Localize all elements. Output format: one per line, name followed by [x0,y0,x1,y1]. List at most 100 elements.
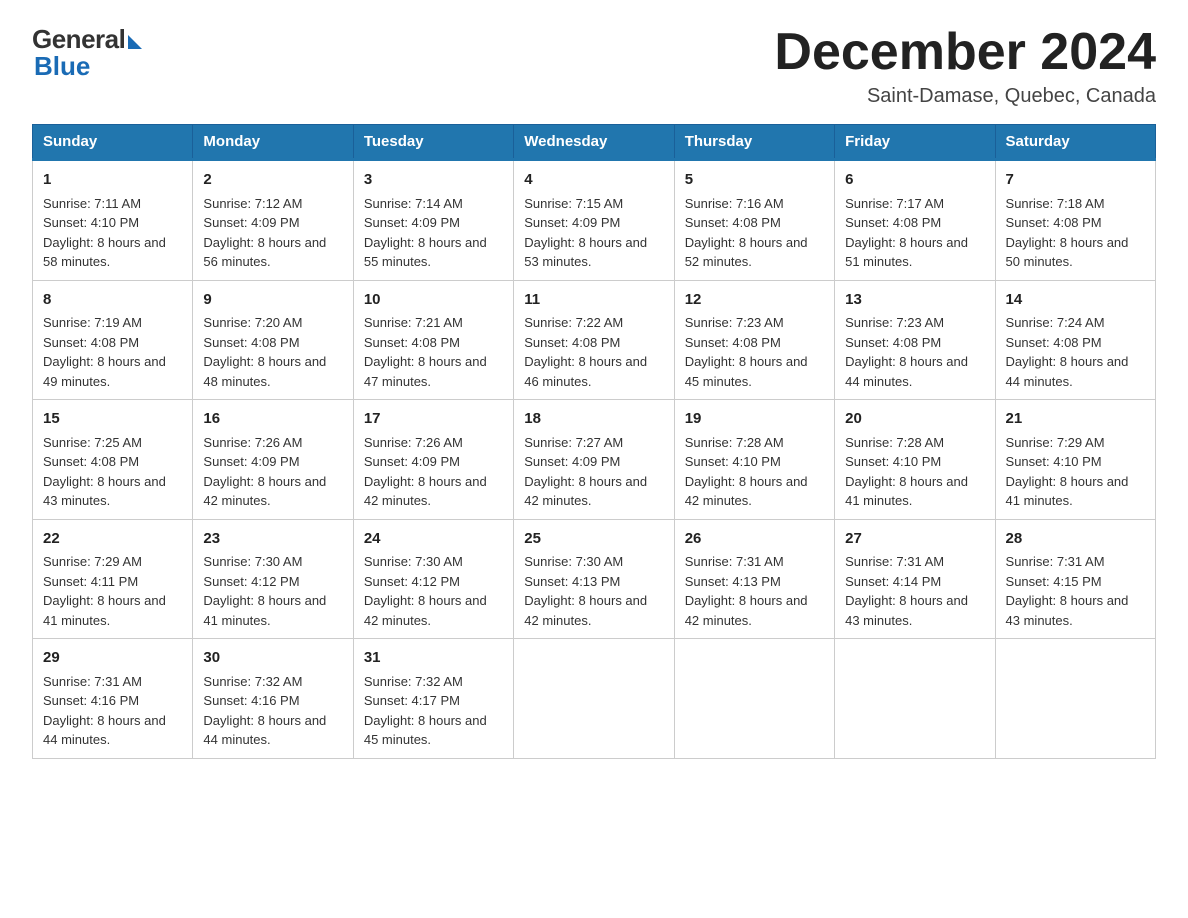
day-sunset: Sunset: 4:08 PM [845,335,941,350]
day-daylight: Daylight: 8 hours and 41 minutes. [43,593,166,628]
day-number: 8 [43,289,182,312]
table-row: 13 Sunrise: 7:23 AM Sunset: 4:08 PM Dayl… [835,280,995,400]
day-daylight: Daylight: 8 hours and 47 minutes. [364,354,487,389]
day-sunrise: Sunrise: 7:31 AM [845,554,944,569]
day-number: 5 [685,169,824,192]
day-sunset: Sunset: 4:09 PM [524,454,620,469]
day-sunrise: Sunrise: 7:32 AM [203,674,302,689]
day-daylight: Daylight: 8 hours and 42 minutes. [524,593,647,628]
calendar-week-row: 1 Sunrise: 7:11 AM Sunset: 4:10 PM Dayli… [33,160,1156,281]
day-number: 1 [43,169,182,192]
day-number: 10 [364,289,503,312]
day-sunset: Sunset: 4:09 PM [203,215,299,230]
col-friday: Friday [835,125,995,160]
day-sunset: Sunset: 4:08 PM [43,454,139,469]
day-sunrise: Sunrise: 7:23 AM [845,315,944,330]
table-row: 22 Sunrise: 7:29 AM Sunset: 4:11 PM Dayl… [33,519,193,639]
day-daylight: Daylight: 8 hours and 45 minutes. [685,354,808,389]
day-number: 16 [203,408,342,431]
day-number: 27 [845,528,984,551]
day-sunset: Sunset: 4:08 PM [685,215,781,230]
logo-blue-text: Blue [34,51,90,82]
day-sunrise: Sunrise: 7:17 AM [845,196,944,211]
table-row: 27 Sunrise: 7:31 AM Sunset: 4:14 PM Dayl… [835,519,995,639]
day-daylight: Daylight: 8 hours and 49 minutes. [43,354,166,389]
day-sunset: Sunset: 4:08 PM [203,335,299,350]
table-row: 25 Sunrise: 7:30 AM Sunset: 4:13 PM Dayl… [514,519,674,639]
table-row: 9 Sunrise: 7:20 AM Sunset: 4:08 PM Dayli… [193,280,353,400]
day-daylight: Daylight: 8 hours and 58 minutes. [43,235,166,270]
table-row: 26 Sunrise: 7:31 AM Sunset: 4:13 PM Dayl… [674,519,834,639]
day-sunrise: Sunrise: 7:31 AM [43,674,142,689]
day-sunset: Sunset: 4:08 PM [524,335,620,350]
day-sunrise: Sunrise: 7:20 AM [203,315,302,330]
day-daylight: Daylight: 8 hours and 41 minutes. [203,593,326,628]
day-sunset: Sunset: 4:09 PM [524,215,620,230]
day-sunrise: Sunrise: 7:29 AM [43,554,142,569]
table-row: 11 Sunrise: 7:22 AM Sunset: 4:08 PM Dayl… [514,280,674,400]
day-number: 19 [685,408,824,431]
day-sunrise: Sunrise: 7:18 AM [1006,196,1105,211]
day-daylight: Daylight: 8 hours and 43 minutes. [1006,593,1129,628]
day-number: 24 [364,528,503,551]
day-daylight: Daylight: 8 hours and 43 minutes. [845,593,968,628]
day-sunset: Sunset: 4:10 PM [1006,454,1102,469]
day-daylight: Daylight: 8 hours and 42 minutes. [685,474,808,509]
day-number: 9 [203,289,342,312]
day-daylight: Daylight: 8 hours and 44 minutes. [43,713,166,748]
table-row: 5 Sunrise: 7:16 AM Sunset: 4:08 PM Dayli… [674,160,834,281]
day-daylight: Daylight: 8 hours and 41 minutes. [845,474,968,509]
table-row [995,639,1155,759]
table-row: 21 Sunrise: 7:29 AM Sunset: 4:10 PM Dayl… [995,400,1155,520]
day-sunrise: Sunrise: 7:14 AM [364,196,463,211]
table-row: 10 Sunrise: 7:21 AM Sunset: 4:08 PM Dayl… [353,280,513,400]
table-row: 30 Sunrise: 7:32 AM Sunset: 4:16 PM Dayl… [193,639,353,759]
day-daylight: Daylight: 8 hours and 50 minutes. [1006,235,1129,270]
day-daylight: Daylight: 8 hours and 48 minutes. [203,354,326,389]
day-number: 15 [43,408,182,431]
logo: General Blue [32,24,142,82]
day-sunset: Sunset: 4:08 PM [1006,335,1102,350]
day-sunrise: Sunrise: 7:21 AM [364,315,463,330]
table-row: 19 Sunrise: 7:28 AM Sunset: 4:10 PM Dayl… [674,400,834,520]
table-row [835,639,995,759]
day-daylight: Daylight: 8 hours and 52 minutes. [685,235,808,270]
title-block: December 2024 Saint-Damase, Quebec, Cana… [774,24,1156,108]
day-sunrise: Sunrise: 7:24 AM [1006,315,1105,330]
day-sunset: Sunset: 4:12 PM [364,574,460,589]
day-number: 30 [203,647,342,670]
day-daylight: Daylight: 8 hours and 45 minutes. [364,713,487,748]
day-daylight: Daylight: 8 hours and 43 minutes. [43,474,166,509]
col-sunday: Sunday [33,125,193,160]
calendar-table: Sunday Monday Tuesday Wednesday Thursday… [32,124,1156,759]
day-sunrise: Sunrise: 7:26 AM [364,435,463,450]
day-sunrise: Sunrise: 7:28 AM [685,435,784,450]
day-sunrise: Sunrise: 7:27 AM [524,435,623,450]
day-number: 25 [524,528,663,551]
day-number: 14 [1006,289,1145,312]
day-sunrise: Sunrise: 7:32 AM [364,674,463,689]
day-number: 26 [685,528,824,551]
col-monday: Monday [193,125,353,160]
day-sunrise: Sunrise: 7:12 AM [203,196,302,211]
logo-arrow-icon [128,35,142,49]
month-title: December 2024 [774,24,1156,81]
table-row: 29 Sunrise: 7:31 AM Sunset: 4:16 PM Dayl… [33,639,193,759]
table-row: 7 Sunrise: 7:18 AM Sunset: 4:08 PM Dayli… [995,160,1155,281]
table-row: 8 Sunrise: 7:19 AM Sunset: 4:08 PM Dayli… [33,280,193,400]
day-sunrise: Sunrise: 7:23 AM [685,315,784,330]
table-row [514,639,674,759]
table-row: 15 Sunrise: 7:25 AM Sunset: 4:08 PM Dayl… [33,400,193,520]
table-row: 14 Sunrise: 7:24 AM Sunset: 4:08 PM Dayl… [995,280,1155,400]
table-row: 23 Sunrise: 7:30 AM Sunset: 4:12 PM Dayl… [193,519,353,639]
table-row: 3 Sunrise: 7:14 AM Sunset: 4:09 PM Dayli… [353,160,513,281]
table-row: 6 Sunrise: 7:17 AM Sunset: 4:08 PM Dayli… [835,160,995,281]
day-sunset: Sunset: 4:08 PM [364,335,460,350]
day-sunset: Sunset: 4:14 PM [845,574,941,589]
day-number: 23 [203,528,342,551]
day-daylight: Daylight: 8 hours and 42 minutes. [364,593,487,628]
day-sunset: Sunset: 4:10 PM [43,215,139,230]
day-daylight: Daylight: 8 hours and 53 minutes. [524,235,647,270]
day-sunrise: Sunrise: 7:15 AM [524,196,623,211]
day-number: 28 [1006,528,1145,551]
